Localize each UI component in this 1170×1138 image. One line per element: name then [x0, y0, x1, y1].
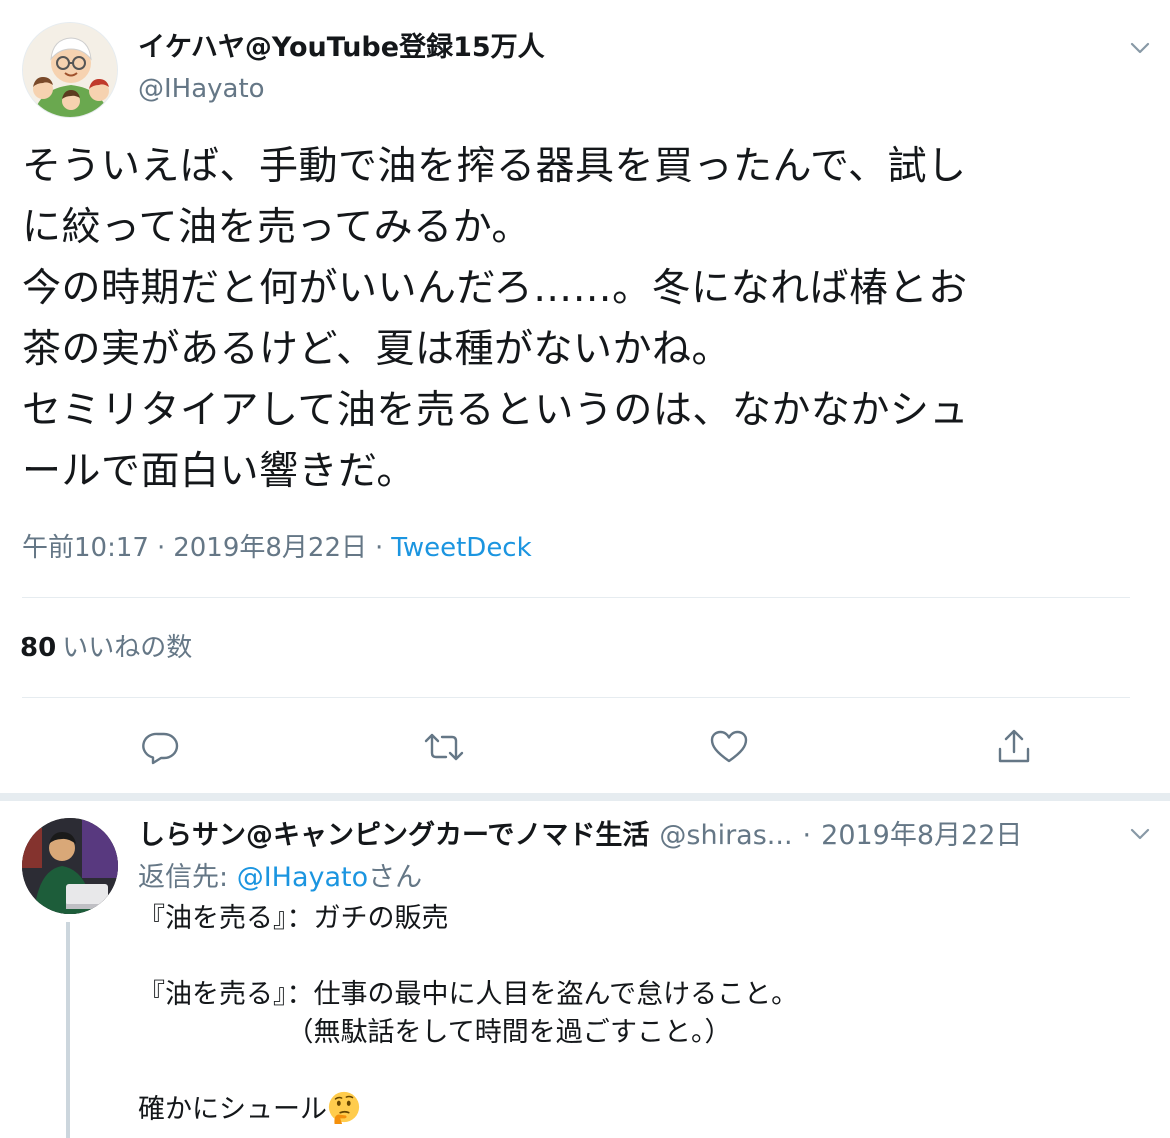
share-button[interactable]: [990, 723, 1038, 771]
author-avatar[interactable]: [22, 22, 118, 118]
tweet-text-line: に絞って油を売ってみるか。: [22, 205, 531, 250]
reply-text-line: [138, 938, 798, 976]
avatar-illustration: [23, 23, 117, 117]
reply-button[interactable]: [137, 723, 185, 771]
section-separator: [0, 793, 1170, 801]
reply-text-line: （無駄話をして時間を過ごすこと。）: [138, 1017, 732, 1048]
reply-text-line: 『油を売る』：仕事の最中に人目を盗んで怠けること。: [138, 979, 799, 1010]
tweet-date[interactable]: 2019年8月22日: [173, 533, 367, 563]
reply-author-avatar[interactable]: [22, 818, 118, 914]
retweet-button[interactable]: [420, 723, 468, 771]
tweet-text-line: 今の時期だと何がいいんだろ……。冬になれば椿とお: [22, 266, 968, 311]
reply-text-line: [138, 1052, 798, 1090]
tweet-text: そういえば、手動で油を搾る器具を買ったんで、試し に絞って油を売ってみるか。 今…: [22, 136, 1142, 502]
reply-menu-button[interactable]: [1122, 816, 1158, 852]
reply-author-name[interactable]: しらサン@キャンピングカーでノマド生活: [138, 820, 649, 851]
chevron-down-icon: [1130, 828, 1150, 840]
heart-icon: [710, 730, 748, 763]
tweet-text-line: ールで面白い響きだ。: [22, 449, 416, 494]
reply-text-final: 確かにシュール: [138, 1094, 327, 1125]
reply-to-line: 返信先: @IHayatoさん: [138, 858, 422, 898]
divider: [22, 697, 1130, 698]
share-icon: [998, 729, 1030, 763]
reply-date[interactable]: 2019年8月22日: [821, 820, 1022, 851]
tweet-time[interactable]: 午前10:17: [22, 533, 149, 563]
thinking-face-emoji: [328, 1091, 360, 1124]
reply-icon: [142, 732, 179, 765]
likes-count: 80: [20, 633, 57, 663]
reply-to-prefix: 返信先:: [138, 862, 237, 893]
reply-text: 『油を売る』：ガチの販売 『油を売る』：仕事の最中に人目を盗んで怠けること。 （…: [138, 900, 798, 1128]
meta-separator: ·: [802, 820, 812, 851]
likes-stat[interactable]: 80 いいねの数: [20, 630, 192, 666]
avatar-photo: [22, 818, 118, 914]
author-handle[interactable]: @IHayato: [138, 72, 265, 106]
reply-to-mention[interactable]: @IHayato: [237, 862, 368, 893]
reply-to-suffix: さん: [368, 862, 423, 893]
tweet-meta: 午前10:17 · 2019年8月22日 · TweetDeck: [22, 530, 532, 566]
author-display-name[interactable]: イケハヤ@YouTube登録15万人: [138, 30, 545, 66]
reply-text-last-line: 確かにシュール: [138, 1090, 798, 1128]
tweet-menu-button[interactable]: [1122, 30, 1158, 66]
likes-label: いいねの数: [62, 633, 193, 663]
reply-header: しらサン@キャンピングカーでノマド生活 @shiras... · 2019年8月22日: [138, 816, 1022, 856]
reply-text-line: 『油を売る』：ガチの販売: [138, 903, 449, 934]
meta-separator: ·: [156, 533, 166, 563]
meta-separator: ·: [375, 533, 384, 563]
chevron-down-icon: [1130, 42, 1150, 54]
tweet-text-line: そういえば、手動で油を搾る器具を買ったんで、試し: [22, 144, 967, 189]
tweet-text-line: 茶の実があるけど、夏は種がないかね。: [22, 327, 732, 372]
divider: [22, 597, 1130, 598]
retweet-icon: [424, 733, 464, 761]
reply-author-handle[interactable]: @shiras...: [659, 820, 792, 851]
thread-connector: [66, 922, 70, 1138]
like-button[interactable]: [705, 723, 753, 771]
tweet-text-line: セミリタイアして油を売るというのは、なかなかシュ: [22, 388, 969, 433]
tweet-source-link[interactable]: TweetDeck: [391, 533, 531, 563]
